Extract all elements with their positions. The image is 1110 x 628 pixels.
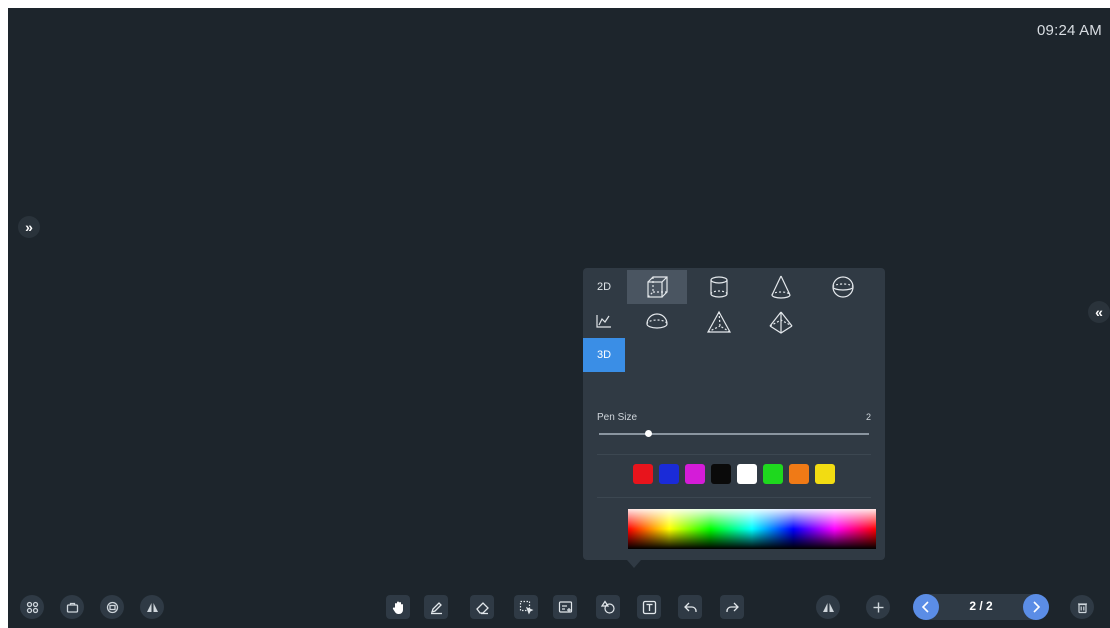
- category-3d-label: 3D: [596, 349, 612, 361]
- toolbox-button[interactable]: [60, 595, 84, 619]
- apps-icon: [26, 601, 38, 613]
- expand-right-button[interactable]: «: [1088, 301, 1110, 323]
- sphere-icon: [832, 276, 854, 298]
- cube-icon: [647, 276, 668, 298]
- page-navigator: 2 / 2: [913, 594, 1049, 620]
- category-2d-label: 2D: [596, 281, 612, 293]
- color-swatch[interactable]: [711, 464, 731, 484]
- pen-size-slider[interactable]: [599, 433, 869, 435]
- cylinder-icon: [710, 276, 728, 298]
- next-page-button[interactable]: [1023, 594, 1049, 620]
- pen-size-value: 2: [865, 412, 871, 422]
- eraser-tool-button[interactable]: [470, 595, 494, 619]
- shape-cone[interactable]: [751, 270, 811, 304]
- shapes-icon: [600, 599, 615, 614]
- double-chevron-left-icon: «: [1095, 304, 1103, 320]
- color-swatch[interactable]: [659, 464, 679, 484]
- trash-icon: [1077, 602, 1087, 613]
- shape-square-pyramid[interactable]: [751, 306, 811, 340]
- pen-icon: [430, 601, 442, 614]
- color-swatch[interactable]: [737, 464, 757, 484]
- toolbox-icon: [66, 602, 78, 613]
- panel-divider: [597, 454, 871, 455]
- color-swatch[interactable]: [815, 464, 835, 484]
- category-3d[interactable]: 3D: [583, 338, 625, 372]
- mirror-icon: [822, 602, 834, 612]
- redo-icon: [725, 602, 739, 612]
- delete-page-button[interactable]: [1070, 595, 1094, 619]
- shapes-panel: 2D 3D Pen Size 2: [583, 268, 885, 568]
- pen-size-slider-thumb[interactable]: [644, 430, 652, 437]
- select-tool-button[interactable]: [514, 595, 538, 619]
- pen-size-label: Pen Size: [597, 412, 638, 423]
- color-swatch[interactable]: [685, 464, 705, 484]
- undo-icon: [683, 602, 697, 612]
- color-swatches: [633, 464, 835, 484]
- chart-icon: [596, 315, 611, 328]
- redo-button[interactable]: [720, 595, 744, 619]
- whiteboard-canvas[interactable]: 09:24 AM » « 2D 3D Pen Size 2 2 / 2: [8, 8, 1110, 628]
- hemisphere-icon: [646, 313, 668, 329]
- shape-cube[interactable]: [627, 270, 687, 304]
- category-2d[interactable]: 2D: [583, 270, 625, 304]
- shape-sphere[interactable]: [813, 270, 873, 304]
- mirror-icon: [146, 602, 158, 612]
- expand-left-button[interactable]: »: [18, 216, 40, 238]
- cone-icon: [771, 275, 791, 299]
- shapes-tool-button[interactable]: [596, 595, 620, 619]
- undo-button[interactable]: [678, 595, 702, 619]
- shape-cylinder[interactable]: [689, 270, 749, 304]
- window-button[interactable]: [100, 595, 124, 619]
- shape-triangular-pyramid[interactable]: [689, 306, 749, 340]
- color-swatch[interactable]: [789, 464, 809, 484]
- insert-tool-button[interactable]: [553, 595, 577, 619]
- category-chart[interactable]: [583, 304, 625, 338]
- clock: 09:24 AM: [1037, 22, 1102, 39]
- triangular-pyramid-icon: [706, 310, 732, 333]
- previous-page-button[interactable]: [913, 594, 939, 620]
- panel-divider: [597, 497, 871, 498]
- select-icon: [519, 600, 533, 614]
- color-spectrum-picker[interactable]: [628, 509, 876, 549]
- mirror-button-right[interactable]: [816, 595, 840, 619]
- shape-hemisphere[interactable]: [627, 306, 687, 340]
- apps-button[interactable]: [20, 595, 44, 619]
- hand-tool-button[interactable]: [386, 595, 410, 619]
- color-swatch[interactable]: [633, 464, 653, 484]
- add-page-button[interactable]: [866, 595, 890, 619]
- double-chevron-right-icon: »: [25, 219, 33, 235]
- text-tool-button[interactable]: [637, 595, 661, 619]
- chevron-right-icon: [1033, 601, 1041, 613]
- page-counter: 2 / 2: [969, 599, 993, 613]
- window-icon: [106, 601, 118, 613]
- insert-icon: [558, 600, 572, 613]
- hand-icon: [392, 601, 403, 614]
- text-icon: [642, 600, 656, 614]
- color-swatch[interactable]: [763, 464, 783, 484]
- square-pyramid-icon: [769, 311, 793, 334]
- mirror-button[interactable]: [140, 595, 164, 619]
- chevron-left-icon: [921, 601, 929, 613]
- plus-icon: [873, 602, 883, 612]
- eraser-icon: [475, 601, 489, 614]
- pen-tool-button[interactable]: [424, 595, 448, 619]
